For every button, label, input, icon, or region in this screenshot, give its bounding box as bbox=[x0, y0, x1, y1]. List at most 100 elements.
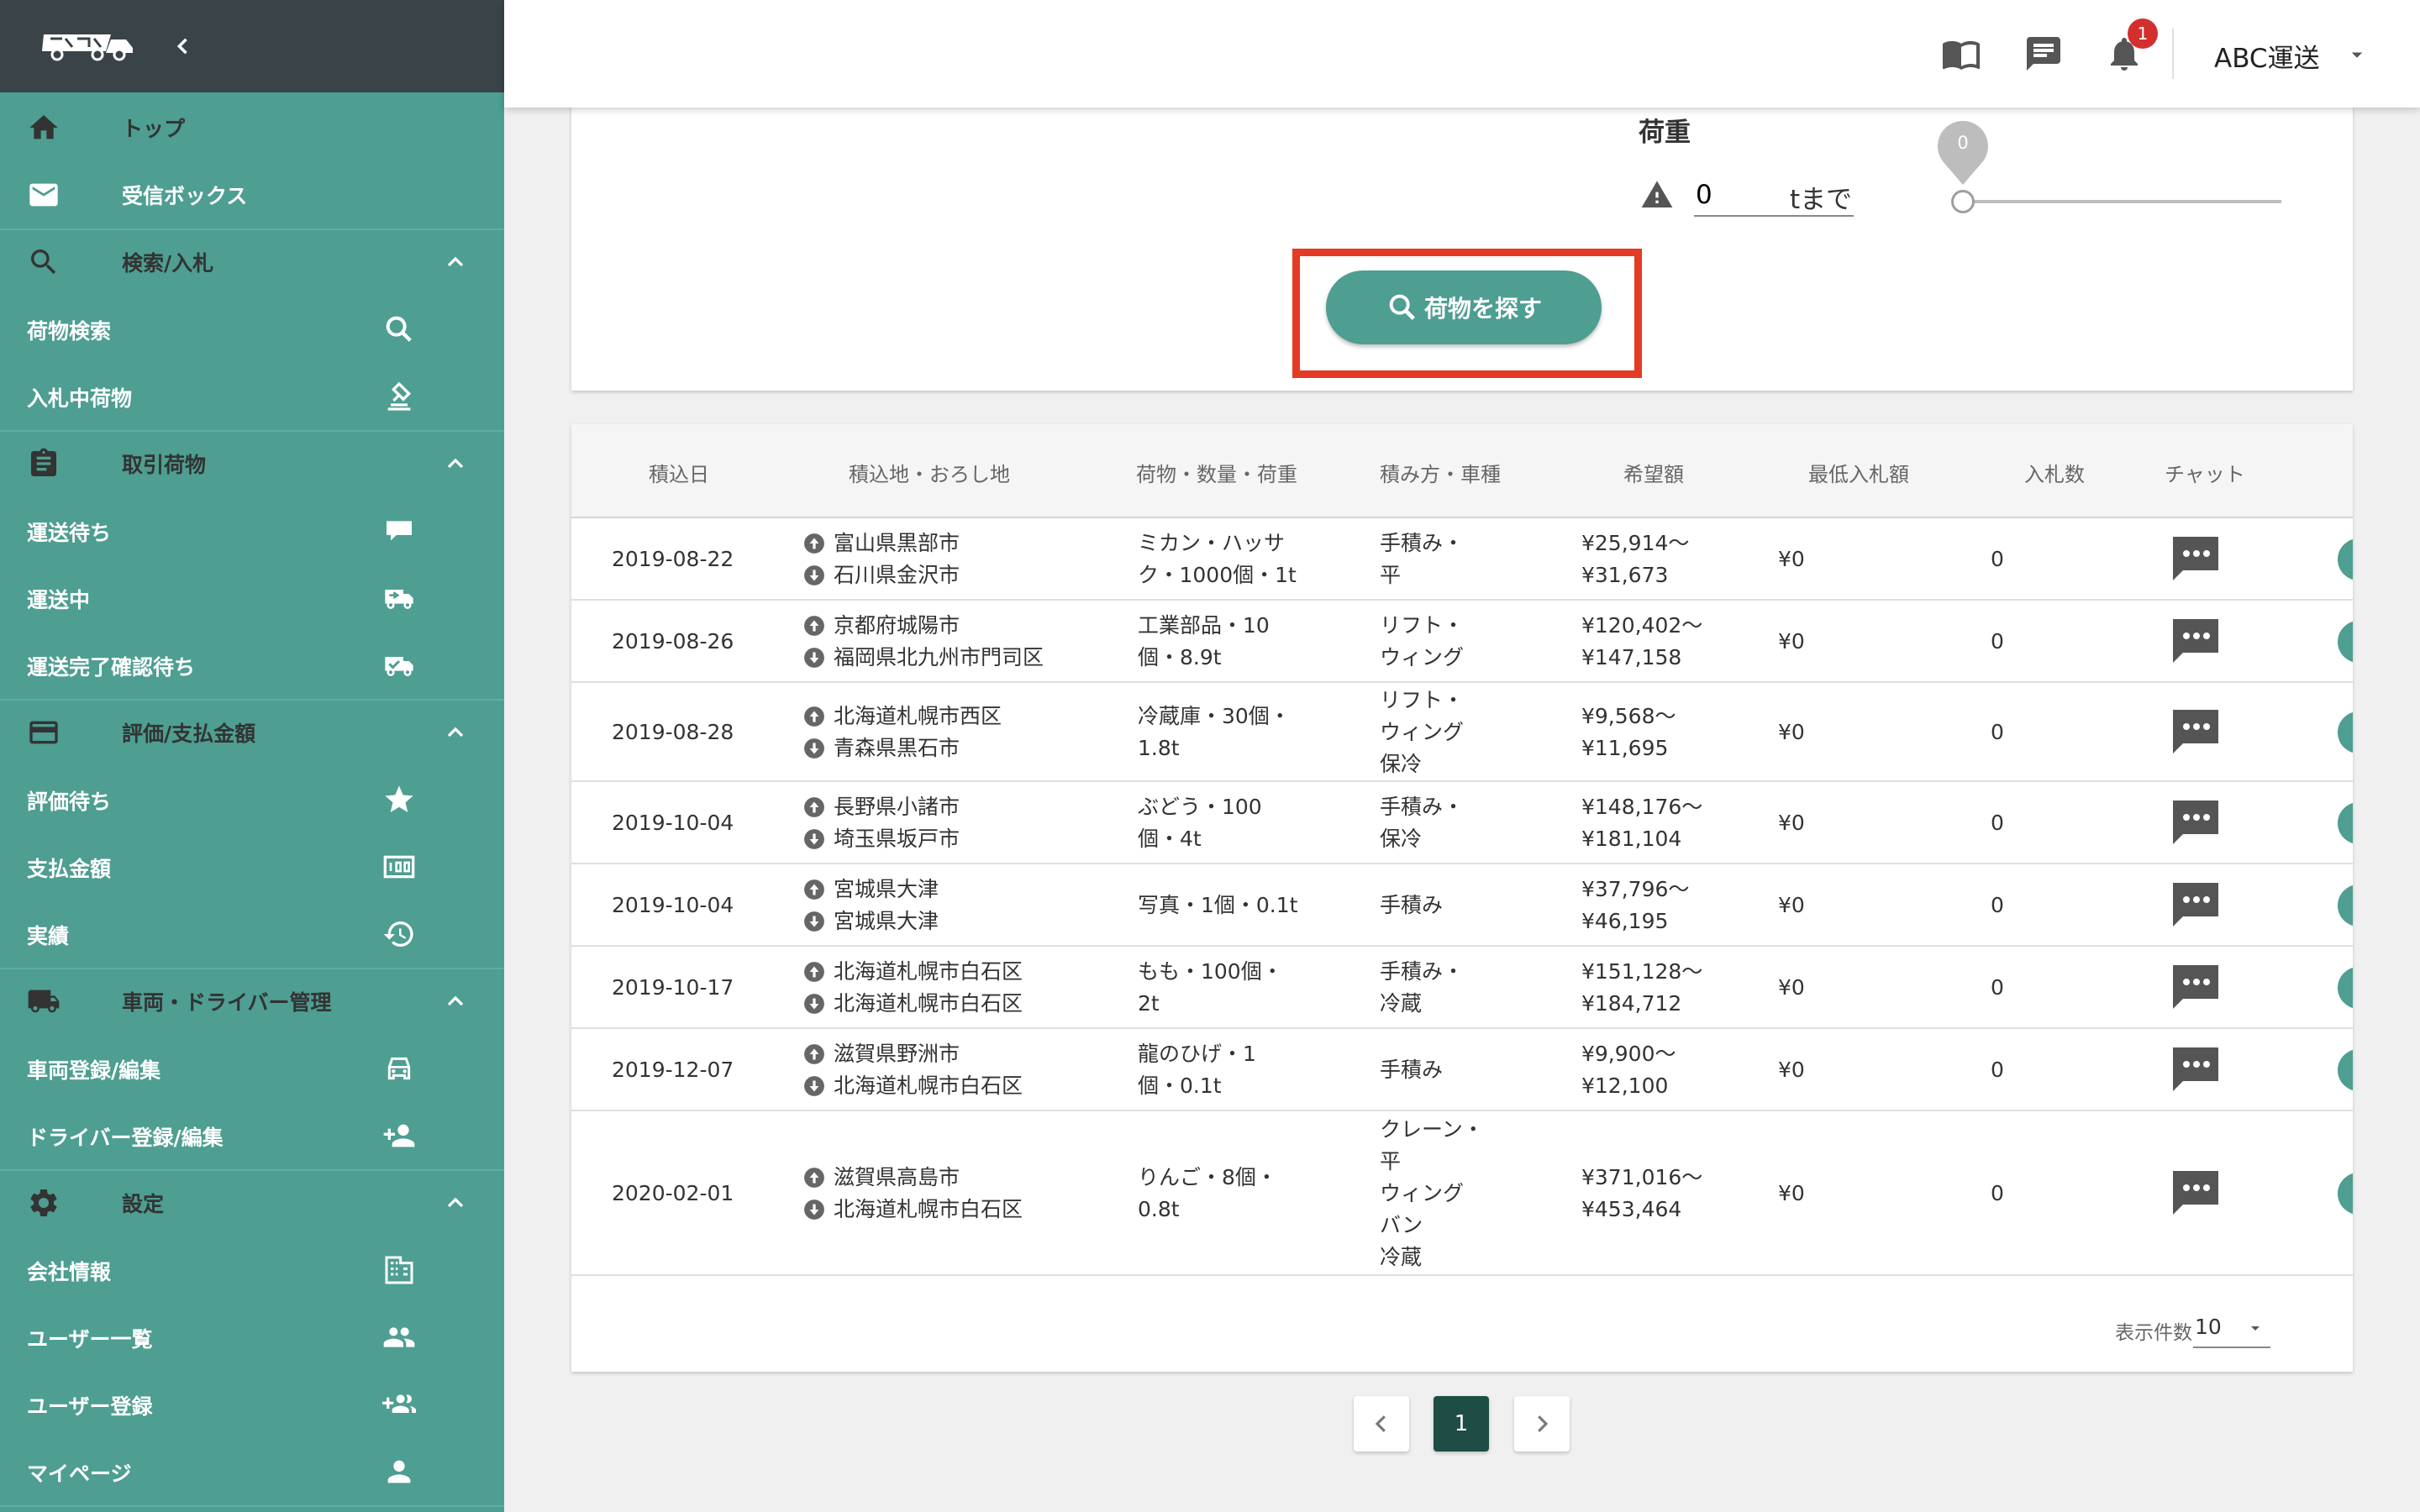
sidebar-group-vehicle[interactable]: 車両・ドライバー管理 bbox=[0, 968, 504, 1035]
min-bid: ¥0 bbox=[1778, 811, 1805, 835]
method-cell: リフト・ ウィング 保冷 bbox=[1380, 685, 1464, 780]
chat-icon[interactable] bbox=[2168, 616, 2223, 668]
table-row[interactable]: 2019-08-28 北海道札幌市西区 青森県黒石市 冷蔵庫・30個・ 1.8t リフト・… bbox=[571, 683, 2353, 782]
next-page-button[interactable] bbox=[1514, 1396, 1570, 1452]
sidebar-item-label: 会社情報 bbox=[27, 1260, 112, 1284]
row-action-button[interactable] bbox=[2338, 621, 2353, 663]
table-row[interactable]: 2019-12-07 滋賀県野洲市 北海道札幌市白石区 龍のひげ・1 個・0.1t 手積み… bbox=[571, 1029, 2353, 1111]
sidebar-group-search[interactable]: 検索/入札 bbox=[0, 228, 504, 296]
load-date: 2019-08-22 bbox=[612, 547, 734, 571]
per-page-select[interactable]: 10 bbox=[2193, 1308, 2270, 1348]
method-line: 手積み bbox=[1380, 893, 1444, 917]
sidebar-item-inbox[interactable]: 受信ボックス bbox=[0, 161, 504, 228]
bid-count: 0 bbox=[1991, 1058, 2004, 1082]
prev-page-button[interactable] bbox=[1354, 1396, 1409, 1452]
price-cell: ¥9,900〜 ¥12,100 bbox=[1581, 1038, 1676, 1102]
chevron-up-icon[interactable] bbox=[442, 450, 469, 477]
chat-icon[interactable] bbox=[2168, 1044, 2223, 1096]
load-date: 2019-08-26 bbox=[612, 629, 734, 654]
sidebar-item-label: 評価待ち bbox=[27, 790, 112, 814]
sidebar-item-vehicle-edit[interactable]: 車両登録/編集 bbox=[0, 1035, 504, 1102]
sidebar-item-company[interactable]: 会社情報 bbox=[0, 1236, 504, 1304]
sidebar-group-settings[interactable]: 設定 bbox=[0, 1169, 504, 1236]
sidebar-item-bidding[interactable]: 入札中荷物 bbox=[0, 363, 504, 430]
load-date: 2019-10-04 bbox=[612, 893, 734, 917]
company-menu[interactable]: ABC運送 bbox=[2214, 37, 2320, 75]
top-bar: 1 ABC運送 bbox=[504, 0, 2420, 108]
sidebar-item-label: ドライバー登録/編集 bbox=[27, 1126, 224, 1150]
table-row[interactable]: 2019-10-04 長野県小諸市 埼玉県坂戸市 ぶどう・100 個・4t 手積み・ 保冷 ¥… bbox=[571, 782, 2353, 864]
dropoff-icon bbox=[804, 565, 824, 585]
chat-icon[interactable] bbox=[2168, 962, 2223, 1014]
collapse-sidebar-icon[interactable] bbox=[171, 34, 195, 58]
load-slider-thumb[interactable] bbox=[1951, 190, 1975, 213]
pickup-icon bbox=[804, 962, 824, 982]
min-bid: ¥0 bbox=[1778, 975, 1805, 1000]
sidebar-item-mypage[interactable]: マイページ bbox=[0, 1438, 504, 1505]
column-header[interactable]: 荷物・数量・荷重 bbox=[1136, 458, 1297, 487]
cargo-table: 積込日 積込地・おろし地 荷物・数量・荷重 積み方・車種 希望額 最低入札額 入… bbox=[571, 424, 2353, 1372]
column-header[interactable]: 積み方・車種 bbox=[1380, 458, 1501, 487]
page-button-current[interactable]: 1 bbox=[1434, 1396, 1489, 1452]
sidebar-item-user-list[interactable]: ユーザー一覧 bbox=[0, 1304, 504, 1371]
load-date: 2019-10-17 bbox=[612, 975, 734, 1000]
destination: 福岡県北九州市門司区 bbox=[834, 645, 1044, 669]
row-action-button[interactable] bbox=[2338, 538, 2353, 580]
method-line: 手積み・ bbox=[1380, 959, 1465, 984]
sidebar-group-rating[interactable]: 評価/支払金額 bbox=[0, 699, 504, 766]
sidebar-item-in-transit[interactable]: 運送中 bbox=[0, 564, 504, 632]
sidebar-item-waiting[interactable]: 運送待ち bbox=[0, 497, 504, 564]
chevron-up-icon[interactable] bbox=[442, 988, 469, 1015]
sidebar-item-payment[interactable]: 支払金額 bbox=[0, 833, 504, 900]
chat-icon[interactable] bbox=[2168, 706, 2223, 759]
truck-moving-icon bbox=[385, 590, 413, 609]
row-action-button[interactable] bbox=[2338, 711, 2353, 753]
chat-icon[interactable] bbox=[2168, 533, 2223, 585]
column-header[interactable]: 積込日 bbox=[649, 458, 709, 487]
chevron-up-icon[interactable] bbox=[442, 1189, 469, 1216]
row-action-button[interactable] bbox=[2338, 885, 2353, 927]
chevron-up-icon[interactable] bbox=[442, 249, 469, 276]
chat-icon[interactable] bbox=[2023, 34, 2064, 74]
column-header[interactable]: 最低入札額 bbox=[1808, 458, 1909, 487]
sidebar-item-driver-edit[interactable]: ドライバー登録/編集 bbox=[0, 1102, 504, 1169]
row-action-button[interactable] bbox=[2338, 802, 2353, 844]
table-row[interactable]: 2019-08-22 富山県黒部市 石川県金沢市 ミカン・ハッサ ク・1000個・1t 手… bbox=[571, 518, 2353, 601]
price-cell: ¥371,016〜 ¥453,464 bbox=[1581, 1162, 1702, 1226]
table-row[interactable]: 2019-08-26 京都府城陽市 福岡県北九州市門司区 工業部品・10 個・8.9t リ… bbox=[571, 601, 2353, 683]
row-action-button[interactable] bbox=[2338, 967, 2353, 1009]
per-page-label: 表示件数 bbox=[2115, 1322, 2192, 1344]
sidebar-item-history[interactable]: 実績 bbox=[0, 900, 504, 968]
method-line: リフト・ bbox=[1380, 688, 1465, 712]
sidebar-group-deals[interactable]: 取引荷物 bbox=[0, 430, 504, 497]
cargo-cell: 冷蔵庫・30個・ 1.8t bbox=[1138, 701, 1291, 764]
table-row[interactable]: 2019-10-04 宮城県大津 宮城県大津 写真・1個・0.1t 手積み ¥37,796… bbox=[571, 864, 2353, 947]
search-button-label: 荷物を探す bbox=[1423, 295, 1542, 323]
sidebar-item-completion[interactable]: 運送完了確認待ち bbox=[0, 632, 504, 699]
column-header[interactable]: 入札数 bbox=[2024, 458, 2085, 487]
sidebar-item-user-register[interactable]: ユーザー登録 bbox=[0, 1371, 504, 1438]
caret-down-icon[interactable] bbox=[2344, 42, 2370, 67]
table-row[interactable]: 2020-02-01 滋賀県高島市 北海道札幌市白石区 りんご・8個・ 0.8t クレーン… bbox=[571, 1111, 2353, 1276]
sidebar-item-label: 実績 bbox=[27, 924, 70, 948]
chat-icon[interactable] bbox=[2168, 797, 2223, 849]
route-cell: 北海道札幌市西区 青森県黒石市 bbox=[803, 701, 1002, 764]
sidebar-item-cargo-search[interactable]: 荷物検索 bbox=[0, 296, 504, 363]
book-icon[interactable] bbox=[1941, 34, 1981, 74]
sidebar-item-top[interactable]: トップ bbox=[0, 94, 504, 161]
row-action-button[interactable] bbox=[2338, 1173, 2353, 1215]
column-header[interactable]: 積込地・おろし地 bbox=[849, 458, 1010, 487]
load-slider-track[interactable] bbox=[1962, 200, 2281, 203]
chevron-up-icon[interactable] bbox=[442, 719, 469, 746]
search-cargo-button[interactable]: 荷物を探す bbox=[1326, 270, 1602, 344]
chat-icon[interactable] bbox=[2168, 879, 2223, 932]
method-cell: 手積み・ 保冷 bbox=[1380, 791, 1464, 855]
search-panel: 荷重 tまで 0 荷物を探す bbox=[571, 101, 2353, 391]
table-row[interactable]: 2019-10-17 北海道札幌市白石区 北海道札幌市白石区 もも・100個・ 2t 手積… bbox=[571, 947, 2353, 1029]
sidebar-item-rating-wait[interactable]: 評価待ち bbox=[0, 766, 504, 833]
column-header[interactable]: 希望額 bbox=[1623, 458, 1684, 487]
row-action-button[interactable] bbox=[2338, 1049, 2353, 1091]
chat-icon[interactable] bbox=[2168, 1168, 2223, 1220]
column-header[interactable]: チャット bbox=[2165, 458, 2245, 487]
sidebar-item-label: 受信ボックス bbox=[122, 184, 248, 208]
